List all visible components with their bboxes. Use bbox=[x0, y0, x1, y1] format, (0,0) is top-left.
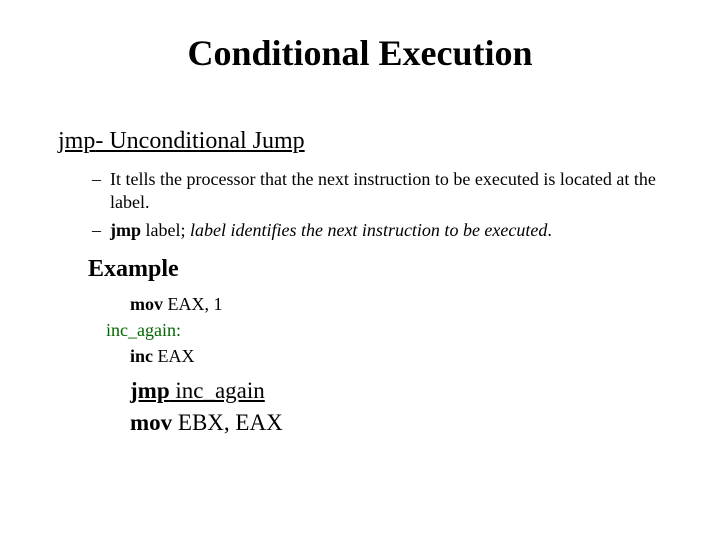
subheading: jmp- Unconditional Jump bbox=[58, 128, 305, 155]
code-inc: inc bbox=[130, 346, 153, 366]
code-rest: EAX, 1 bbox=[163, 294, 223, 314]
code-line-5: mov EBX, EAX bbox=[130, 410, 283, 436]
bullet-dash: – bbox=[92, 219, 110, 242]
bullet-item: – jmp label; label identifies the next i… bbox=[92, 219, 670, 242]
subheading-mnemonic: jmp bbox=[58, 128, 95, 154]
bullet-jmp: jmp bbox=[110, 220, 141, 240]
code-line-3: inc EAX bbox=[130, 346, 195, 367]
bullet-text: jmp label; label identifies the next ins… bbox=[110, 219, 670, 242]
bullet-text: It tells the processor that the next ins… bbox=[110, 168, 670, 215]
code-line-1: mov EAX, 1 bbox=[130, 294, 223, 315]
bullet-list: – It tells the processor that the next i… bbox=[92, 168, 670, 246]
example-heading: Example bbox=[88, 256, 179, 283]
code-rest: EAX bbox=[153, 346, 195, 366]
code-mov: mov bbox=[130, 294, 163, 314]
slide-title: Conditional Execution bbox=[0, 32, 720, 74]
slide: Conditional Execution jmp- Unconditional… bbox=[0, 0, 720, 540]
subheading-rest: - Unconditional Jump bbox=[95, 128, 304, 154]
code-rest: inc_again bbox=[170, 378, 265, 403]
code-mov: mov bbox=[130, 410, 172, 435]
bullet-italic: label identifies the next instruction to… bbox=[185, 220, 547, 240]
bullet-period: . bbox=[547, 220, 552, 240]
code-line-2-label: inc_again: bbox=[106, 320, 181, 341]
bullet-dash: – bbox=[92, 168, 110, 215]
bullet-item: – It tells the processor that the next i… bbox=[92, 168, 670, 215]
code-jmp: jmp bbox=[130, 378, 170, 403]
code-rest: EBX, EAX bbox=[172, 410, 283, 435]
bullet-label-word: label; bbox=[141, 220, 185, 240]
code-line-4: jmp inc_again bbox=[130, 378, 265, 404]
